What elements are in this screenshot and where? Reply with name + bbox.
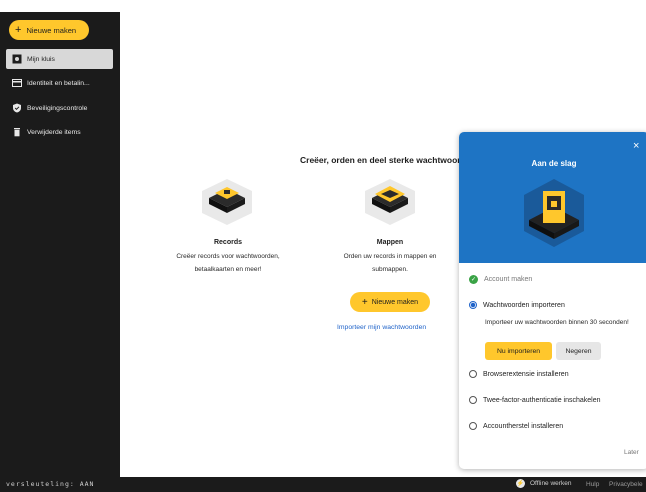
step-label: Wachtwoorden importeren: [483, 301, 565, 309]
checkmark-icon: ✓: [469, 275, 478, 284]
step-label: Account maken: [484, 276, 533, 283]
new-item-label: Nieuwe maken: [26, 25, 77, 35]
main-new-item-label: Nieuwe maken: [371, 298, 419, 306]
step-account-recovery[interactable]: Accountherstel installeren: [469, 422, 563, 430]
main-new-item-button[interactable]: + Nieuwe maken: [350, 292, 430, 312]
step-label: Browserextensie installeren: [483, 370, 569, 378]
card-title-records: Records: [213, 239, 242, 246]
trash-icon: [12, 127, 22, 137]
sidebar-item-label: Verwijderde items: [27, 128, 81, 136]
plus-icon: +: [15, 23, 22, 36]
card-title-folders: Mappen: [376, 239, 404, 246]
sidebar-item-security-check[interactable]: Beveiligingscontrole: [6, 98, 113, 118]
radio-icon[interactable]: [469, 370, 477, 378]
card-desc-records: Creëer records voor wachtwoorden, betaal…: [158, 250, 298, 276]
encryption-status: versleuteling: AAN: [6, 480, 95, 488]
desc-line: Orden uw records in mappen en: [343, 253, 437, 260]
vault-illustration: [524, 179, 584, 247]
shield-icon: [12, 103, 22, 113]
sidebar-item-my-vault[interactable]: Mijn kluis: [6, 49, 113, 69]
sidebar: + Nieuwe maken Mijn kluis Identiteit en …: [0, 12, 120, 477]
later-link[interactable]: Later: [624, 449, 639, 456]
radio-icon[interactable]: [469, 422, 477, 430]
desc-line: submappen.: [372, 266, 408, 273]
sidebar-item-label: Beveiligingscontrole: [27, 104, 88, 112]
plus-icon: +: [361, 296, 368, 308]
card-desc-folders: Orden uw records in mappen en submappen.: [320, 250, 460, 276]
main-headline: Creëer, orden en deel sterke wachtwoor: [300, 155, 461, 165]
records-illustration: [202, 179, 252, 225]
desc-line: Creëer records voor wachtwoorden,: [176, 253, 280, 260]
step-label: Twee-factor-authenticatie inschakelen: [483, 396, 601, 404]
import-description: Importeer uw wachtwoorden binnen 30 seco…: [485, 319, 629, 326]
panel-title: Aan de slag: [531, 159, 577, 168]
sidebar-item-deleted[interactable]: Verwijderde items: [6, 122, 113, 142]
folders-illustration: [365, 179, 415, 225]
radio-selected-icon[interactable]: [469, 301, 477, 309]
card-icon: [12, 78, 22, 88]
sidebar-item-identity[interactable]: Identiteit en betalin...: [6, 73, 113, 93]
sidebar-item-label: Mijn kluis: [27, 55, 55, 63]
close-icon[interactable]: ×: [633, 140, 639, 152]
import-now-button[interactable]: Nu importeren: [485, 342, 552, 360]
step-label: Accountherstel installeren: [483, 422, 564, 430]
sidebar-item-label: Identiteit en betalin...: [27, 79, 90, 87]
help-link[interactable]: Hulp: [586, 481, 599, 488]
panel-header: Aan de slag ×: [459, 132, 646, 263]
privacy-link[interactable]: Privacybele: [609, 481, 643, 488]
offline-mode-button[interactable]: ⚡ Offline werken: [516, 479, 571, 488]
radio-icon[interactable]: [469, 396, 477, 404]
vault-icon: [12, 54, 22, 64]
step-two-factor[interactable]: Twee-factor-authenticatie inschakelen: [469, 396, 601, 404]
offline-icon: ⚡: [516, 479, 525, 488]
import-passwords-link[interactable]: Importeer mijn wachtwoorden: [337, 324, 426, 331]
status-bar: versleuteling: AAN ⚡ Offline werken Hulp…: [0, 477, 646, 492]
top-strip: [0, 0, 646, 12]
offline-label: Offline werken: [530, 480, 572, 487]
desc-line: betaalkaarten en meer!: [194, 266, 262, 273]
step-create-account: ✓ Account maken: [469, 275, 532, 284]
ignore-button[interactable]: Negeren: [556, 342, 601, 360]
step-browser-extension[interactable]: Browserextensie installeren: [469, 370, 569, 378]
step-import-passwords[interactable]: Wachtwoorden importeren: [469, 301, 565, 309]
getting-started-panel: Aan de slag × ✓ Account maken Wachtwoord…: [459, 132, 646, 469]
new-item-button[interactable]: + Nieuwe maken: [9, 20, 89, 40]
